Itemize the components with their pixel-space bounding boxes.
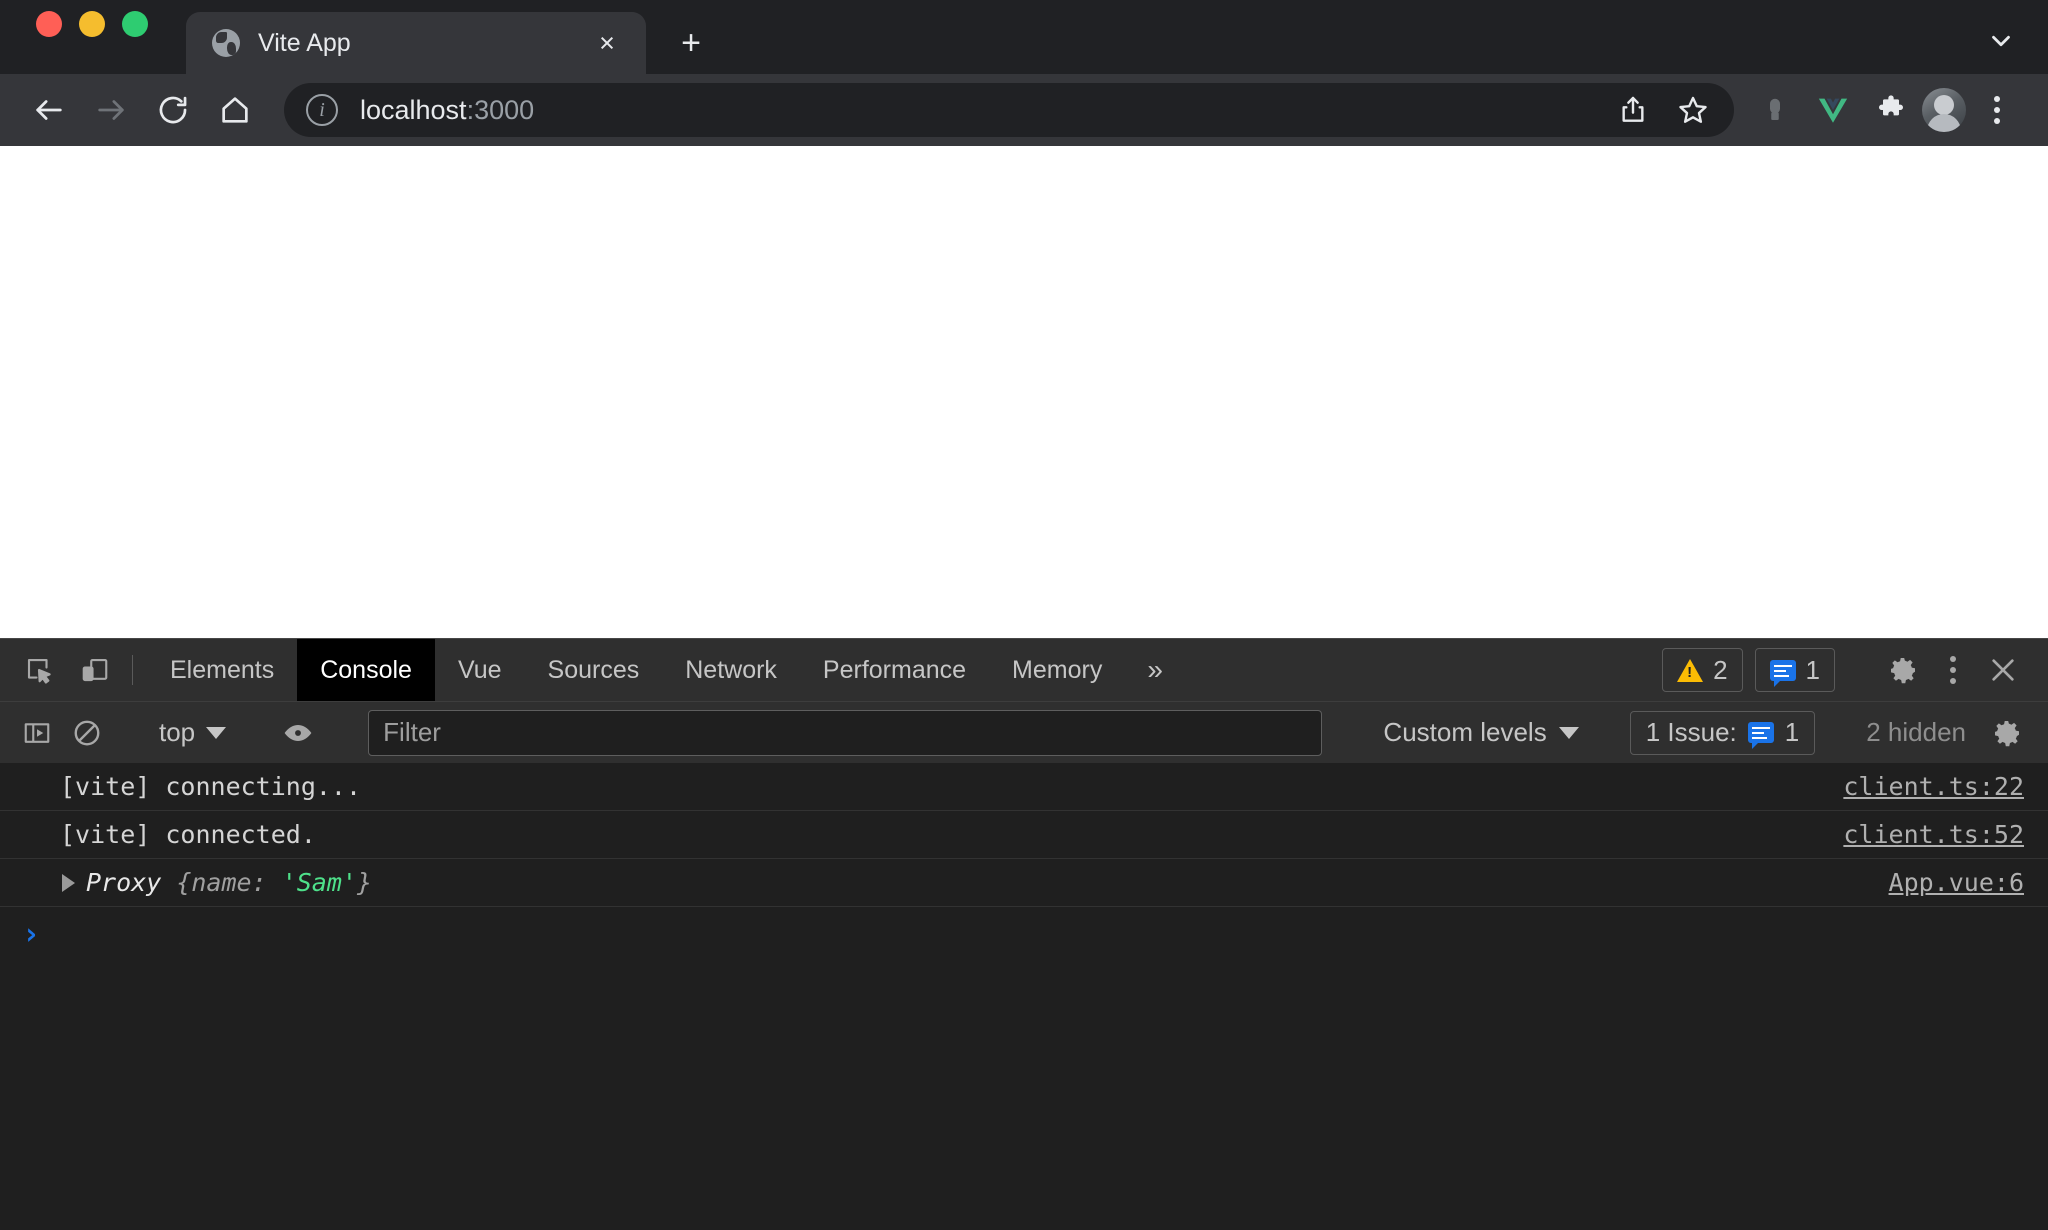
disclosure-triangle-icon[interactable] — [62, 873, 75, 892]
issues-label: 1 Issue: — [1645, 717, 1737, 747]
console-output[interactable]: [vite] connecting... client.ts:22 [vite]… — [0, 763, 2048, 1230]
window-zoom-button[interactable] — [122, 11, 148, 37]
tab-elements[interactable]: Elements — [147, 639, 297, 701]
console-source-link[interactable]: App.vue:6 — [1889, 868, 2024, 897]
console-log-row[interactable]: [vite] connected. client.ts:52 — [0, 811, 2048, 859]
window-traffic-lights — [18, 0, 148, 74]
tab-memory[interactable]: Memory — [989, 639, 1125, 701]
devtools-tool-icons — [0, 639, 118, 701]
more-tabs-button[interactable]: » — [1125, 639, 1185, 701]
console-source-link[interactable]: client.ts:52 — [1843, 820, 2024, 849]
tab-bar-spacer — [1185, 639, 1662, 701]
warning-triangle-icon — [1677, 658, 1704, 682]
kebab-menu-icon[interactable] — [1970, 83, 2024, 137]
share-icon[interactable] — [1606, 83, 1660, 137]
page-viewport — [0, 146, 2048, 638]
log-levels-dropdown[interactable]: Custom levels — [1369, 711, 1592, 755]
console-object-row[interactable]: Proxy {name: 'Sam'} App.vue:6 — [0, 859, 2048, 907]
object-open-brace: { — [161, 868, 192, 897]
filter-input[interactable] — [368, 709, 1323, 756]
hidden-messages-label[interactable]: 2 hidden — [1852, 717, 1980, 748]
url-port: :3000 — [466, 94, 535, 125]
execution-context-value: top — [159, 717, 196, 747]
message-count-badge[interactable]: 1 — [1754, 648, 1835, 692]
execution-context-dropdown[interactable]: top — [147, 711, 238, 755]
warning-count-badge[interactable]: 2 — [1662, 648, 1743, 692]
clear-console-icon[interactable] — [64, 710, 110, 756]
reload-icon[interactable] — [144, 81, 202, 139]
globe-icon — [212, 29, 240, 57]
browser-tab-vite-app[interactable]: Vite App × — [186, 12, 646, 74]
chevron-down-icon — [206, 726, 227, 739]
browser-window: Vite App × + i localhost:3000 Elements C… — [0, 0, 2048, 1230]
window-close-button[interactable] — [36, 11, 62, 37]
address-bar-actions — [1606, 83, 1720, 137]
object-property-key: name: — [191, 868, 267, 897]
divider — [132, 655, 133, 685]
warning-count: 2 — [1713, 654, 1728, 685]
tab-performance[interactable]: Performance — [800, 639, 989, 701]
extension-muted-icon[interactable] — [1748, 83, 1802, 137]
home-icon[interactable] — [206, 81, 264, 139]
console-filter-bar: top Custom levels 1 Issue: 1 2 hidden — [0, 701, 2048, 763]
console-source-link[interactable]: client.ts:22 — [1843, 772, 2024, 801]
console-message-text: [vite] connecting... — [60, 772, 362, 801]
console-log-row[interactable]: [vite] connecting... client.ts:22 — [0, 763, 2048, 811]
object-close-brace: } — [356, 868, 373, 897]
forward-arrow-icon[interactable] — [82, 81, 140, 139]
message-bubble-icon — [1769, 659, 1796, 687]
window-minimize-button[interactable] — [79, 11, 105, 37]
profile-avatar[interactable] — [1922, 88, 1966, 132]
inspect-element-icon[interactable] — [16, 647, 62, 693]
object-property-value: 'Sam' — [281, 868, 357, 897]
close-icon[interactable]: × — [590, 26, 624, 60]
console-object-preview: Proxy {name: 'Sam'} — [60, 868, 1889, 897]
log-levels-label: Custom levels — [1383, 717, 1547, 747]
tab-console[interactable]: Console — [297, 639, 435, 701]
address-bar[interactable]: i localhost:3000 — [284, 83, 1734, 137]
tab-sources[interactable]: Sources — [525, 639, 663, 701]
vue-devtools-icon[interactable] — [1806, 83, 1860, 137]
close-icon[interactable] — [1980, 647, 2026, 693]
prompt-caret-icon: › — [22, 916, 41, 952]
browser-toolbar: i localhost:3000 — [0, 74, 2048, 146]
kebab-menu-icon[interactable] — [1930, 647, 1976, 693]
devtools-panel: Elements Console Vue Sources Network Per… — [0, 638, 2048, 1230]
back-arrow-icon[interactable] — [20, 81, 78, 139]
device-toolbar-icon[interactable] — [72, 647, 118, 693]
tab-network[interactable]: Network — [662, 639, 800, 701]
new-tab-button[interactable]: + — [668, 20, 714, 66]
puzzle-extensions-icon[interactable] — [1864, 83, 1918, 137]
console-prompt[interactable]: › — [0, 907, 2048, 961]
chevron-down-icon[interactable] — [1978, 18, 2024, 64]
info-circle-icon[interactable]: i — [306, 94, 338, 126]
tab-strip: Vite App × + — [0, 0, 2048, 74]
console-sidebar-icon[interactable] — [14, 710, 60, 756]
live-expression-eye-icon[interactable] — [275, 710, 321, 756]
object-constructor-name: Proxy — [86, 868, 162, 897]
message-bubble-icon — [1747, 722, 1774, 749]
star-icon[interactable] — [1666, 83, 1720, 137]
tab-title: Vite App — [258, 28, 351, 57]
address-bar-url: localhost:3000 — [360, 95, 1606, 126]
message-count: 1 — [1805, 654, 1820, 685]
url-host: localhost — [360, 94, 467, 125]
issues-count: 1 — [1784, 717, 1800, 747]
issues-badge[interactable]: 1 Issue: 1 — [1629, 710, 1816, 755]
console-message-text: [vite] connected. — [60, 820, 316, 849]
tab-vue[interactable]: Vue — [435, 639, 525, 701]
gear-icon[interactable] — [1880, 647, 1926, 693]
devtools-tabs: Elements Console Vue Sources Network Per… — [147, 639, 1185, 701]
devtools-tab-bar: Elements Console Vue Sources Network Per… — [0, 639, 2048, 701]
devtools-tab-bar-actions: 2 1 — [1662, 639, 2048, 701]
gear-icon[interactable] — [1984, 710, 2030, 756]
chevron-down-icon — [1558, 726, 1579, 739]
